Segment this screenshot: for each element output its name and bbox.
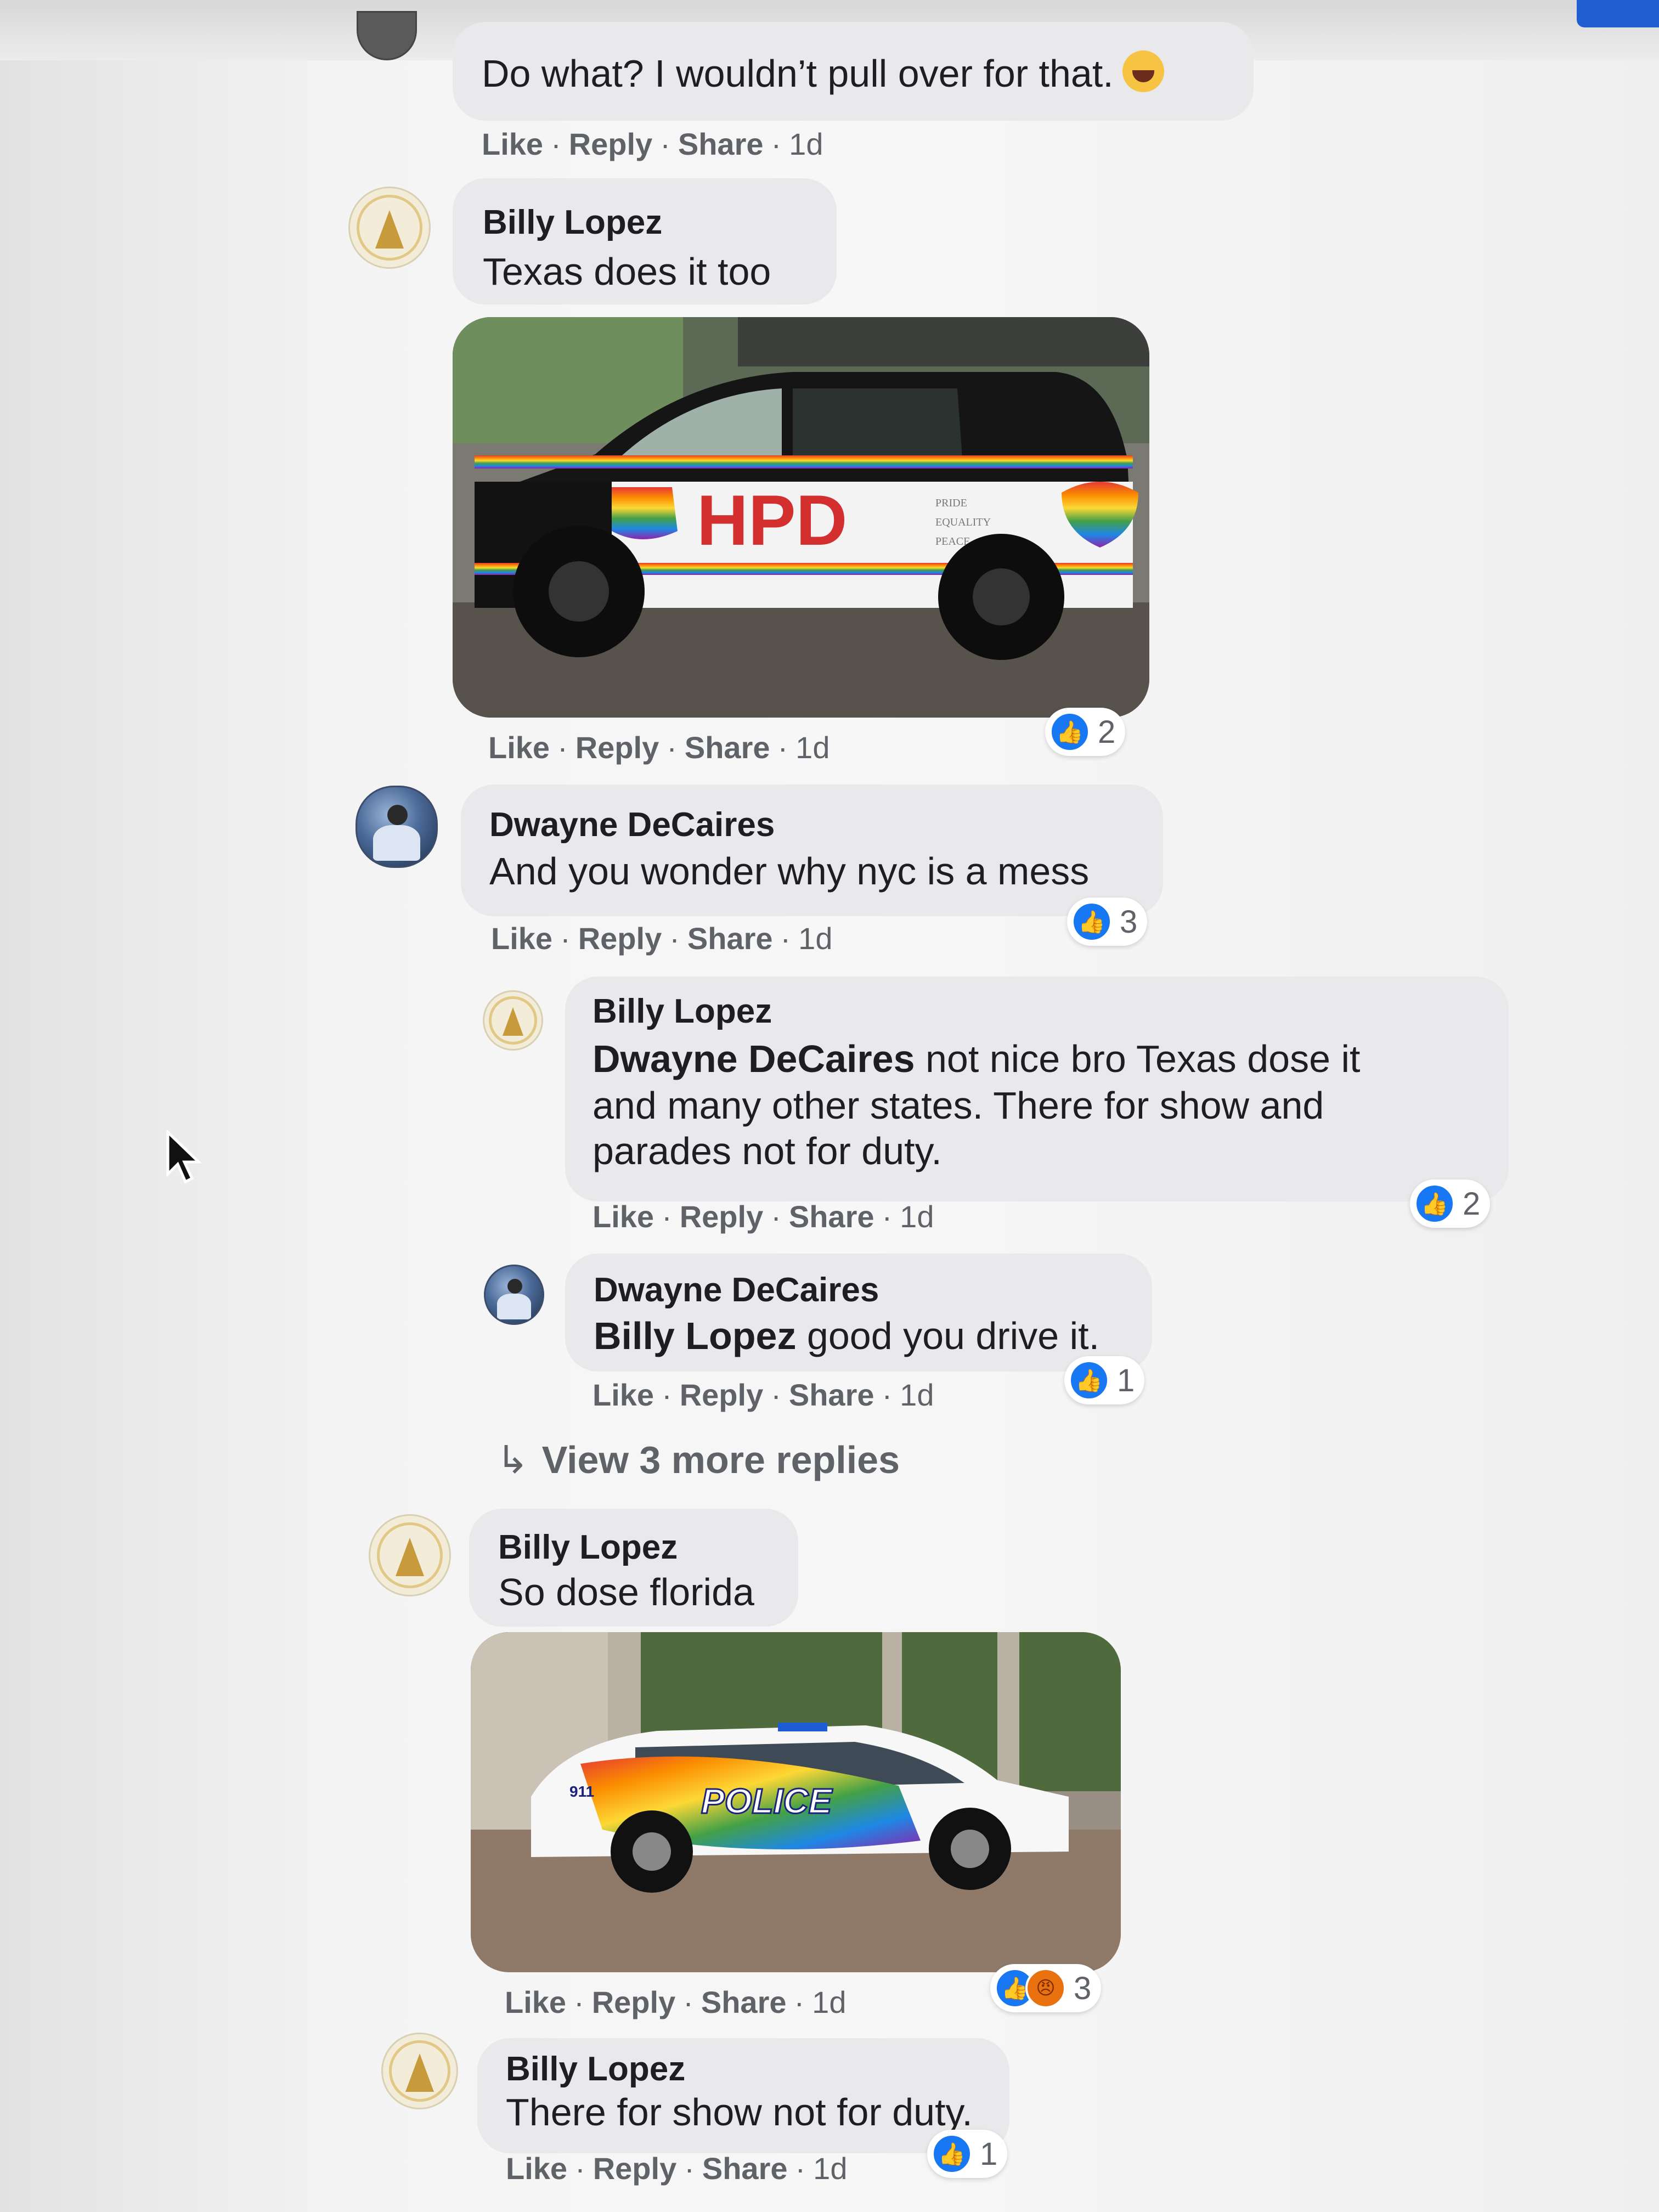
like-link[interactable]: Like bbox=[491, 921, 552, 956]
comment-actions: Like · Reply · Share · 1d bbox=[488, 730, 830, 765]
like-link[interactable]: Like bbox=[592, 1199, 654, 1234]
comment-author[interactable]: Billy Lopez bbox=[592, 992, 772, 1031]
avatar[interactable] bbox=[348, 187, 431, 269]
timestamp: 1d bbox=[798, 921, 833, 956]
reply-arrow-icon: ↳ bbox=[496, 1438, 529, 1481]
comment-text: Do what? I wouldn’t pull over for that. bbox=[482, 50, 1164, 95]
share-link[interactable]: Share bbox=[789, 1199, 874, 1234]
starfleet-badge-icon bbox=[405, 2053, 434, 2092]
timestamp: 1d bbox=[812, 1985, 847, 2019]
like-link[interactable]: Like bbox=[592, 1378, 654, 1412]
share-link[interactable]: Share bbox=[701, 1985, 787, 2019]
svg-text:EQUALITY: EQUALITY bbox=[935, 516, 991, 528]
svg-text:911: 911 bbox=[569, 1783, 594, 1800]
hpd-lettering: HPD bbox=[697, 480, 847, 560]
timestamp: 1d bbox=[789, 127, 823, 161]
share-link[interactable]: Share bbox=[702, 2151, 788, 2186]
timestamp: 1d bbox=[900, 1199, 934, 1234]
comment-actions: Like · Reply · Share · 1d bbox=[482, 127, 823, 161]
florida-police-car-photo[interactable]: POLICE 911 bbox=[471, 1632, 1121, 1972]
reply-link[interactable]: Reply bbox=[680, 1378, 764, 1412]
reply-link[interactable]: Reply bbox=[680, 1199, 764, 1234]
timestamp: 1d bbox=[795, 730, 830, 765]
reply-link[interactable]: Reply bbox=[592, 1985, 676, 2019]
reaction-count[interactable]: 👍 2 bbox=[1410, 1180, 1491, 1228]
reply-link[interactable]: Reply bbox=[569, 127, 653, 161]
comment-text: Texas does it too bbox=[483, 250, 771, 293]
like-link[interactable]: Like bbox=[506, 2151, 567, 2186]
comment-text: Dwayne DeCaires not nice bro Texas dose … bbox=[592, 1037, 1361, 1080]
comment-author[interactable]: Dwayne DeCaires bbox=[489, 805, 775, 844]
like-link[interactable]: Like bbox=[505, 1985, 566, 2019]
thumbs-up-icon: 👍 bbox=[932, 2134, 972, 2174]
comment-author[interactable]: Billy Lopez bbox=[483, 203, 662, 242]
comment-actions: Like · Reply · Share · 1d bbox=[491, 921, 833, 956]
comment-author[interactable]: Billy Lopez bbox=[498, 1528, 678, 1567]
comment-text: So dose florida bbox=[498, 1571, 754, 1613]
comment-actions: Like · Reply · Share · 1d bbox=[592, 1378, 934, 1412]
avatar[interactable] bbox=[369, 1514, 451, 1596]
svg-text:PRIDE: PRIDE bbox=[935, 497, 967, 509]
timestamp: 1d bbox=[900, 1378, 934, 1412]
thumbs-up-icon: 👍 bbox=[1071, 901, 1112, 942]
comment-text: There for show not for duty. bbox=[506, 2091, 973, 2134]
reaction-count[interactable]: 👍 1 bbox=[927, 2130, 1008, 2178]
thumbs-up-icon: 👍 bbox=[1414, 1183, 1455, 1224]
reply-link[interactable]: Reply bbox=[578, 921, 662, 956]
starfleet-badge-icon bbox=[396, 1537, 424, 1576]
share-link[interactable]: Share bbox=[687, 921, 773, 956]
reply-link[interactable]: Reply bbox=[593, 2151, 677, 2186]
comment-text: parades not for duty. bbox=[592, 1130, 942, 1172]
share-link[interactable]: Share bbox=[678, 127, 764, 161]
top-right-button[interactable] bbox=[1577, 0, 1659, 27]
like-link[interactable]: Like bbox=[482, 127, 543, 161]
comment-text: And you wonder why nyc is a mess bbox=[489, 850, 1090, 893]
avatar[interactable] bbox=[356, 786, 438, 868]
share-link[interactable]: Share bbox=[789, 1378, 874, 1412]
police-lettering: POLICE bbox=[701, 1781, 833, 1821]
starfleet-badge-icon bbox=[503, 1007, 523, 1036]
comment-author[interactable]: Billy Lopez bbox=[506, 2050, 685, 2089]
mention-link[interactable]: Dwayne DeCaires bbox=[592, 1037, 915, 1080]
reply-link[interactable]: Reply bbox=[575, 730, 659, 765]
laughing-emoji-icon bbox=[1122, 50, 1164, 92]
share-link[interactable]: Share bbox=[685, 730, 770, 765]
mention-link[interactable]: Billy Lopez bbox=[594, 1314, 796, 1357]
comment-text: Billy Lopez good you drive it. bbox=[594, 1314, 1100, 1357]
starfleet-badge-icon bbox=[375, 210, 404, 249]
reaction-count[interactable]: 👍 3 bbox=[1067, 898, 1148, 946]
reaction-count[interactable]: 👍 1 bbox=[1064, 1356, 1145, 1404]
comment-author[interactable]: Dwayne DeCaires bbox=[594, 1271, 879, 1310]
reaction-count[interactable]: 👍 😠 3 bbox=[990, 1964, 1102, 2012]
screen-margin bbox=[0, 0, 307, 2212]
comment-actions: Like · Reply · Share · 1d bbox=[505, 1985, 847, 2019]
timestamp: 1d bbox=[813, 2151, 848, 2186]
avatar[interactable] bbox=[381, 2033, 458, 2109]
view-more-replies-link[interactable]: ↳ View 3 more replies bbox=[496, 1437, 900, 1482]
comment-actions: Like · Reply · Share · 1d bbox=[506, 2151, 848, 2186]
avatar[interactable] bbox=[484, 1265, 544, 1325]
like-link[interactable]: Like bbox=[488, 730, 550, 765]
comment-text: and many other states. There for show an… bbox=[592, 1084, 1324, 1127]
thumbs-up-icon: 👍 bbox=[1049, 712, 1090, 752]
reaction-count[interactable]: 👍 2 bbox=[1045, 708, 1126, 756]
comment-actions: Like · Reply · Share · 1d bbox=[592, 1199, 934, 1234]
hpd-police-car-photo[interactable]: HPD PRIDE EQUALITY PEACE bbox=[453, 317, 1149, 718]
avatar[interactable] bbox=[483, 990, 543, 1051]
thumbs-up-icon: 👍 bbox=[1069, 1360, 1109, 1401]
angry-face-icon: 😠 bbox=[1025, 1968, 1066, 2008]
mouse-cursor-icon bbox=[166, 1130, 202, 1184]
